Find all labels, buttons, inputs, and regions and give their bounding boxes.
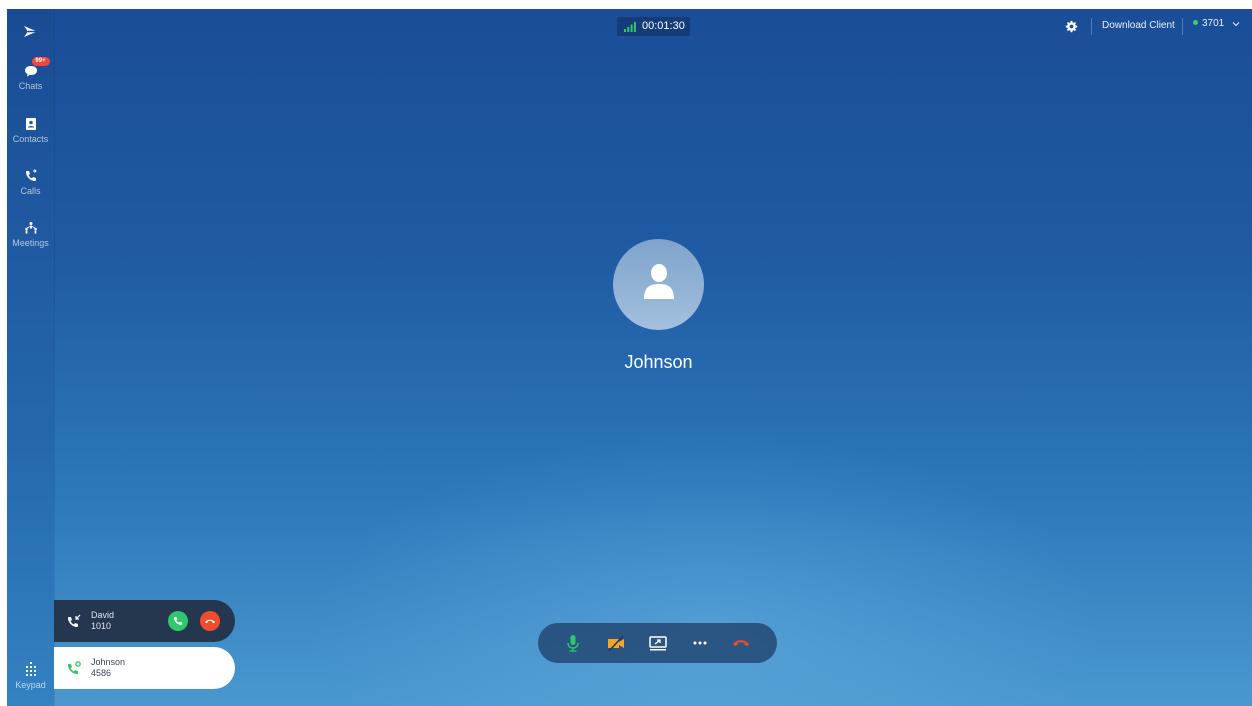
screen-share-icon <box>649 636 667 651</box>
keypad-button[interactable]: Keypad <box>7 661 54 690</box>
more-icon <box>693 641 707 645</box>
call-controls-bar <box>538 623 777 663</box>
call-contact-number: 4586 <box>91 668 112 678</box>
video-off-icon <box>608 635 624 652</box>
signal-strength-icon <box>624 22 636 32</box>
phone-icon <box>23 168 39 184</box>
sidebar-item-calls[interactable]: Calls <box>7 168 54 212</box>
incoming-call-card[interactable]: David 1010 <box>54 600 235 642</box>
sidebar-item-label: Chats <box>18 81 43 91</box>
settings-gear-icon[interactable] <box>1065 20 1078 33</box>
more-options-button[interactable] <box>690 633 710 653</box>
chat-icon: 99+ <box>23 57 50 79</box>
unread-badge: 99+ <box>31 57 50 66</box>
answer-button[interactable] <box>168 611 188 631</box>
sidebar-item-meetings[interactable]: Meetings <box>7 220 54 264</box>
screen-share-button[interactable] <box>648 633 668 653</box>
call-duration: 00:01:30 <box>642 20 685 32</box>
account-number: 3701 <box>1202 18 1225 29</box>
call-contact-number: 1010 <box>91 621 112 631</box>
divider <box>1091 18 1092 35</box>
call-contact-name: Johnson <box>91 657 126 667</box>
keypad-label: Keypad <box>15 680 46 690</box>
reject-button[interactable] <box>200 611 220 631</box>
meetings-icon <box>23 220 39 236</box>
sidebar-item-chats[interactable]: 99+ Chats <box>7 57 54 107</box>
download-client-link[interactable]: Download Client <box>1102 20 1175 31</box>
video-toggle-button[interactable] <box>606 633 626 653</box>
mute-button[interactable] <box>563 633 583 653</box>
sidebar-item-contacts[interactable]: Contacts <box>7 116 54 160</box>
hang-up-icon <box>733 640 749 646</box>
incoming-call-icon <box>68 614 81 627</box>
call-timer: 00:01:30 <box>617 17 690 36</box>
sidebar: 99+ Chats Contacts Calls Meetings Keypad <box>7 9 54 706</box>
active-call-icon <box>68 661 81 674</box>
contacts-icon <box>23 116 39 132</box>
keypad-icon <box>23 661 39 677</box>
hang-up-icon <box>205 619 215 624</box>
sidebar-item-label: Meetings <box>12 238 49 248</box>
caller-avatar <box>613 239 704 330</box>
caller-name: Johnson <box>624 352 693 372</box>
sidebar-item-label: Calls <box>20 186 41 196</box>
presence-status-dot <box>1193 20 1198 25</box>
sidebar-item-label: Contacts <box>12 134 49 144</box>
active-call-card[interactable]: Johnson 4586 <box>54 647 235 689</box>
call-contact-name: David <box>91 610 115 620</box>
user-icon <box>644 264 674 299</box>
call-screen: 99+ Chats Contacts Calls Meetings Keypad… <box>7 9 1252 706</box>
hang-up-button[interactable] <box>731 633 751 653</box>
account-menu[interactable]: 3701 <box>1193 18 1240 34</box>
microphone-icon <box>567 635 579 652</box>
phone-icon <box>174 617 183 625</box>
app-logo-icon[interactable] <box>22 23 39 40</box>
chevron-down-icon <box>1232 21 1240 26</box>
divider <box>1182 18 1183 35</box>
